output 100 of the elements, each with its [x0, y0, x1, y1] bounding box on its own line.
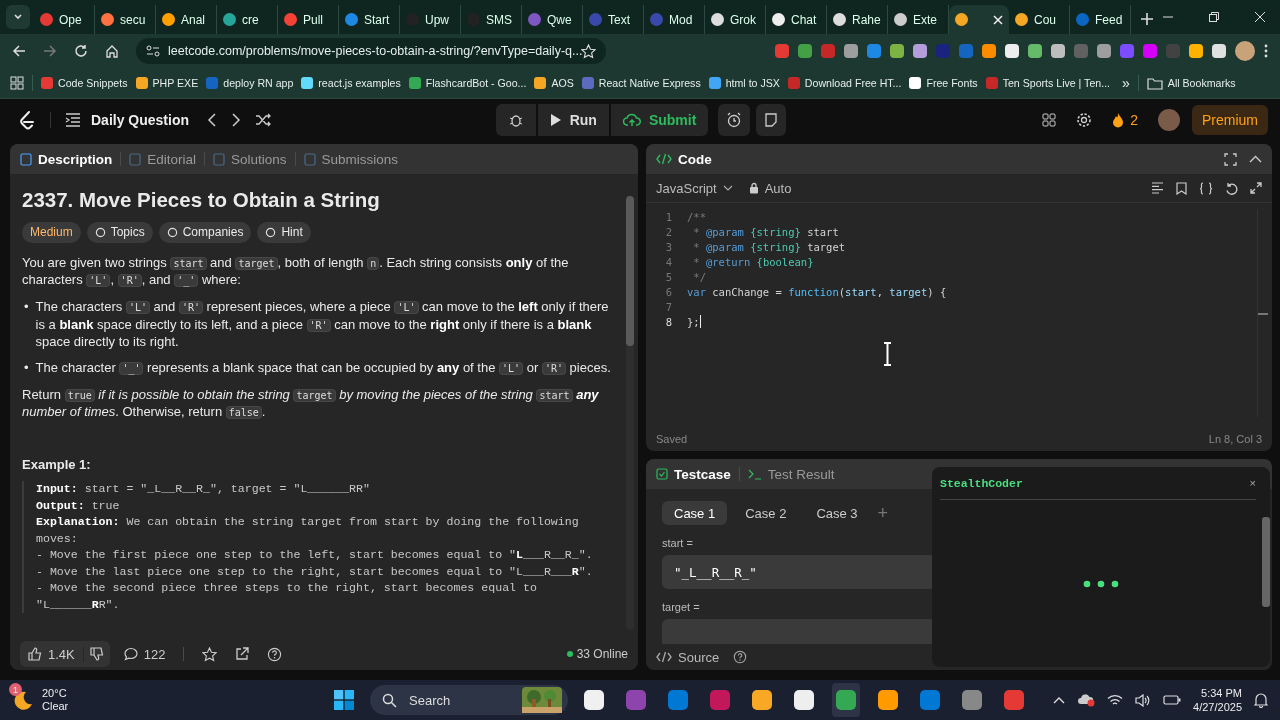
previous-icon[interactable] [207, 113, 218, 127]
bookmark[interactable]: Free Fonts [909, 77, 978, 89]
code-line[interactable]: * @return {boolean} [687, 255, 814, 268]
tag-chip[interactable]: Topics [86, 222, 153, 244]
site-settings-icon[interactable] [146, 45, 160, 57]
shuffle-icon[interactable] [255, 113, 272, 127]
auto-mode-toggle[interactable]: Auto [748, 180, 792, 196]
search-field[interactable]: Search [370, 685, 568, 715]
clock[interactable]: 5:34 PM 4/27/2025 [1193, 686, 1242, 714]
code-line[interactable]: */ [687, 270, 706, 283]
home-icon[interactable] [105, 44, 119, 58]
code-line[interactable]: /** [687, 210, 706, 223]
bookmark[interactable]: React Native Express [581, 77, 701, 89]
extension-icon[interactable] [1143, 44, 1157, 58]
close-button[interactable]: × [1249, 477, 1256, 489]
extension-icon[interactable] [844, 44, 858, 58]
extension-icon[interactable] [1189, 44, 1203, 58]
grid-icon[interactable] [1042, 113, 1057, 127]
extension-icon[interactable] [890, 44, 904, 58]
reload-icon[interactable] [74, 44, 88, 58]
panel-tab[interactable]: Test Result [747, 466, 835, 482]
panel-tab[interactable]: Description [20, 151, 113, 167]
streak-counter[interactable]: 2 [1112, 112, 1138, 128]
start-icon[interactable] [334, 690, 354, 710]
user-avatar[interactable] [1158, 109, 1180, 131]
extension-icon[interactable] [1028, 44, 1042, 58]
notification-bell-icon[interactable] [1254, 692, 1268, 708]
expand-icon[interactable] [1250, 182, 1262, 194]
source-button[interactable]: Source [656, 649, 720, 665]
panel-tab[interactable]: Editorial [129, 151, 197, 167]
extension-icon[interactable] [798, 44, 812, 58]
settings-icon[interactable] [1076, 112, 1093, 128]
help-icon[interactable] [733, 650, 748, 664]
extension-icon[interactable] [1005, 44, 1019, 58]
close-icon[interactable] [993, 14, 1003, 25]
list-icon[interactable] [65, 113, 81, 127]
extension-icon[interactable] [913, 44, 927, 58]
notes-button[interactable] [756, 104, 787, 136]
restore-icon[interactable] [1208, 11, 1220, 23]
bookmark[interactable]: Download Free HT... [787, 77, 902, 89]
code-line[interactable]: * @param {string} target [687, 240, 846, 253]
bookmark[interactable]: PHP EXE [135, 77, 199, 89]
leetcode-logo-icon[interactable] [18, 110, 36, 130]
more-bookmarks-button[interactable]: » [1122, 75, 1130, 91]
bookmark[interactable]: react.js examples [301, 77, 401, 89]
wifi-icon[interactable] [1107, 693, 1124, 707]
reset-icon[interactable] [1225, 181, 1238, 195]
scrollbar[interactable] [626, 196, 634, 630]
profile-avatar[interactable] [1235, 41, 1255, 61]
extension-icon[interactable] [775, 44, 789, 58]
bookmark[interactable]: Code Snippets [41, 77, 128, 89]
premium-button[interactable]: Premium [1192, 105, 1268, 135]
submit-button[interactable]: Submit [610, 104, 709, 136]
scrollbar[interactable] [1257, 209, 1268, 417]
bookmark[interactable]: AOS [534, 77, 574, 89]
language-dropdown[interactable]: JavaScript [656, 180, 733, 196]
like-button[interactable]: 1.4K [20, 646, 84, 662]
case-tab[interactable]: Case 3 [804, 501, 870, 525]
problem-list-title[interactable]: Daily Question [91, 112, 190, 128]
extension-icon[interactable] [1097, 44, 1111, 58]
bookmark[interactable]: deploy RN app [206, 77, 294, 89]
volume-icon[interactable] [1135, 693, 1152, 707]
timer-button[interactable] [718, 104, 751, 136]
chevron-up-icon[interactable] [1053, 696, 1066, 704]
bookmark-icon[interactable] [1176, 181, 1187, 195]
panel-tab[interactable]: Testcase [656, 466, 731, 482]
tab-search-button[interactable] [6, 5, 30, 29]
debug-button[interactable] [495, 104, 536, 136]
code-line[interactable]: var canChange = function(start, target) { [687, 285, 947, 298]
forward-icon[interactable] [43, 44, 57, 58]
cloud-icon[interactable] [1077, 693, 1096, 707]
address-bar[interactable]: leetcode.com/problems/move-pieces-to-obtain-a-string/?envType=daily-q... [136, 38, 606, 64]
help-icon[interactable] [267, 646, 283, 662]
next-icon[interactable] [231, 113, 242, 127]
share-icon[interactable] [235, 647, 250, 661]
code-line[interactable]: }; [687, 315, 700, 328]
new-tab-icon[interactable] [1141, 13, 1153, 25]
panel-tab[interactable]: Submissions [303, 151, 399, 167]
menu-icon[interactable] [1264, 44, 1268, 58]
braces-icon[interactable] [1199, 181, 1213, 195]
format-icon[interactable] [1151, 182, 1164, 194]
apps-icon[interactable] [10, 76, 24, 90]
all-bookmarks-button[interactable]: All Bookmarks [1146, 76, 1236, 90]
code-line[interactable]: * @param {string} start [687, 225, 839, 238]
extension-icon[interactable] [1212, 44, 1226, 58]
case-tab[interactable]: Case 2 [733, 501, 799, 525]
panel-tab[interactable]: Solutions [213, 151, 287, 167]
back-icon[interactable] [12, 44, 26, 58]
bookmark[interactable]: Ten Sports Live | Ten... [985, 77, 1111, 89]
extension-icon[interactable] [867, 44, 881, 58]
star-icon[interactable] [581, 43, 596, 59]
case-tab[interactable]: Case 1 [662, 501, 728, 525]
star-icon[interactable] [202, 646, 218, 662]
browser-tab[interactable] [949, 5, 1009, 34]
fullscreen-icon[interactable] [1224, 152, 1237, 166]
bookmark[interactable]: html to JSX [708, 77, 780, 89]
tag-chip[interactable]: Companies [158, 222, 252, 244]
close-icon[interactable] [1254, 11, 1266, 23]
bookmark[interactable]: FlashcardBot - Goo... [408, 77, 527, 89]
run-button[interactable]: Run [537, 104, 609, 136]
